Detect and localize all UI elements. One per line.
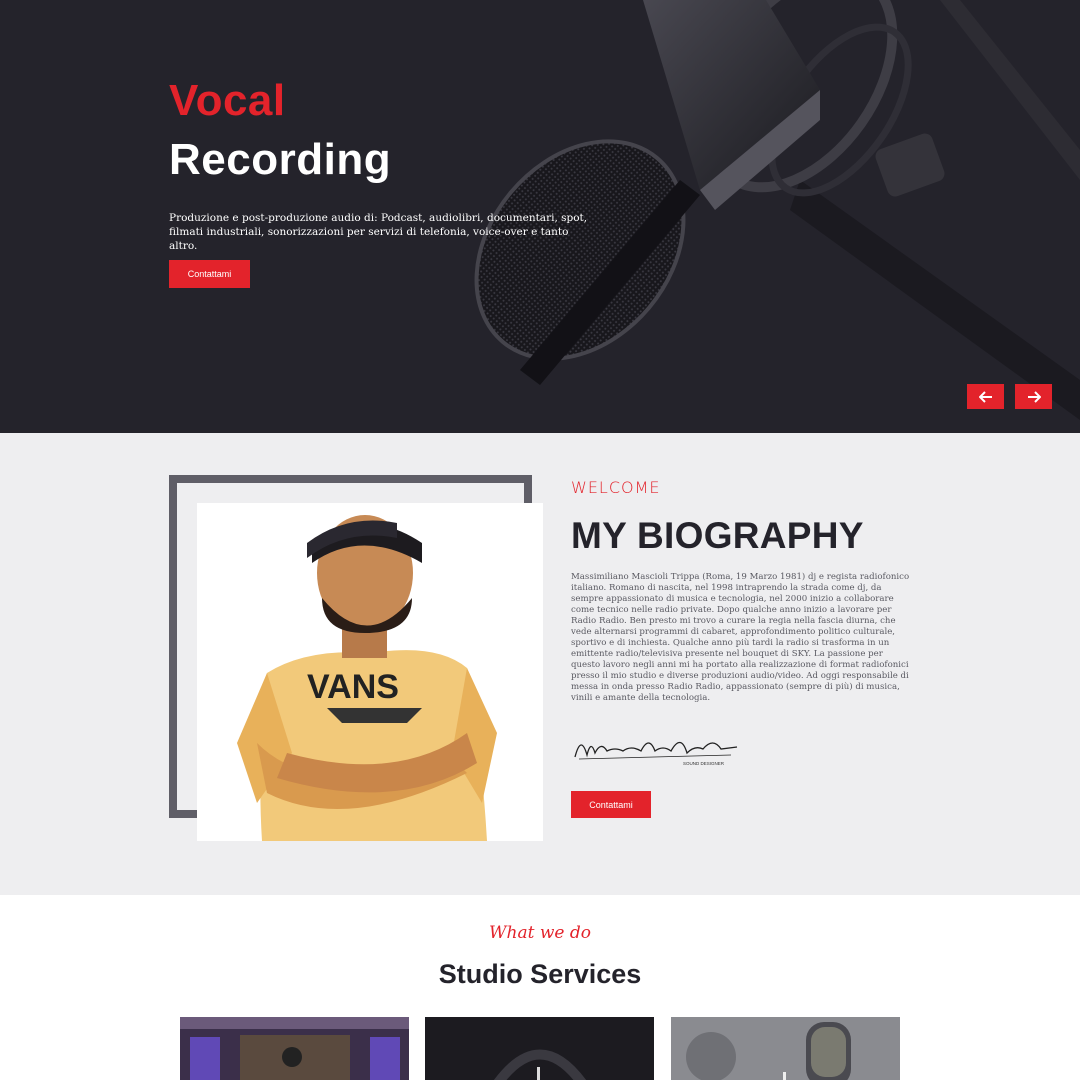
arrow-left-icon <box>978 390 992 403</box>
signature-subtitle: SOUND DESIGNER <box>683 761 725 766</box>
studio-room-image <box>180 1017 409 1080</box>
service-card-studio[interactable] <box>180 1017 409 1080</box>
service-card-microphone[interactable] <box>671 1017 900 1080</box>
hero-contact-button[interactable]: Contattami <box>169 260 250 288</box>
hero-title-accent: Vocal <box>169 76 286 125</box>
service-card-headphones[interactable] <box>425 1017 654 1080</box>
signature-image: SOUND DESIGNER <box>574 741 738 766</box>
svg-text:VANS: VANS <box>307 668 399 706</box>
microphone-image <box>671 1017 900 1080</box>
services-eyebrow: What we do <box>489 923 591 943</box>
slider-prev-button[interactable] <box>967 384 1004 409</box>
slider-next-button[interactable] <box>1015 384 1052 409</box>
biography-portrait: VANS <box>197 503 543 841</box>
headphones-image <box>425 1017 654 1080</box>
biography-title: MY BIOGRAPHY <box>571 515 864 556</box>
services-title: Studio Services <box>438 959 642 989</box>
portrait-illustration: VANS <box>237 515 497 841</box>
hero-title: Recording <box>169 135 392 184</box>
hero-description: Produzione e post-produzione audio di: P… <box>169 212 588 252</box>
biography-contact-button[interactable]: Contattami <box>571 791 651 818</box>
arrow-right-icon <box>1027 390 1041 403</box>
biography-text: Massimiliano Mascioli Trippa (Roma, 19 M… <box>571 572 910 703</box>
hero-slider: Vocal Recording Produzione e post-produz… <box>0 0 1080 433</box>
biography-eyebrow: WELCOME <box>571 478 661 497</box>
services-section: What we do Studio Services <box>0 895 1080 1080</box>
biography-section: VANS WELCOME MY BIOGRAPHY Massimiliano M… <box>0 433 1080 895</box>
